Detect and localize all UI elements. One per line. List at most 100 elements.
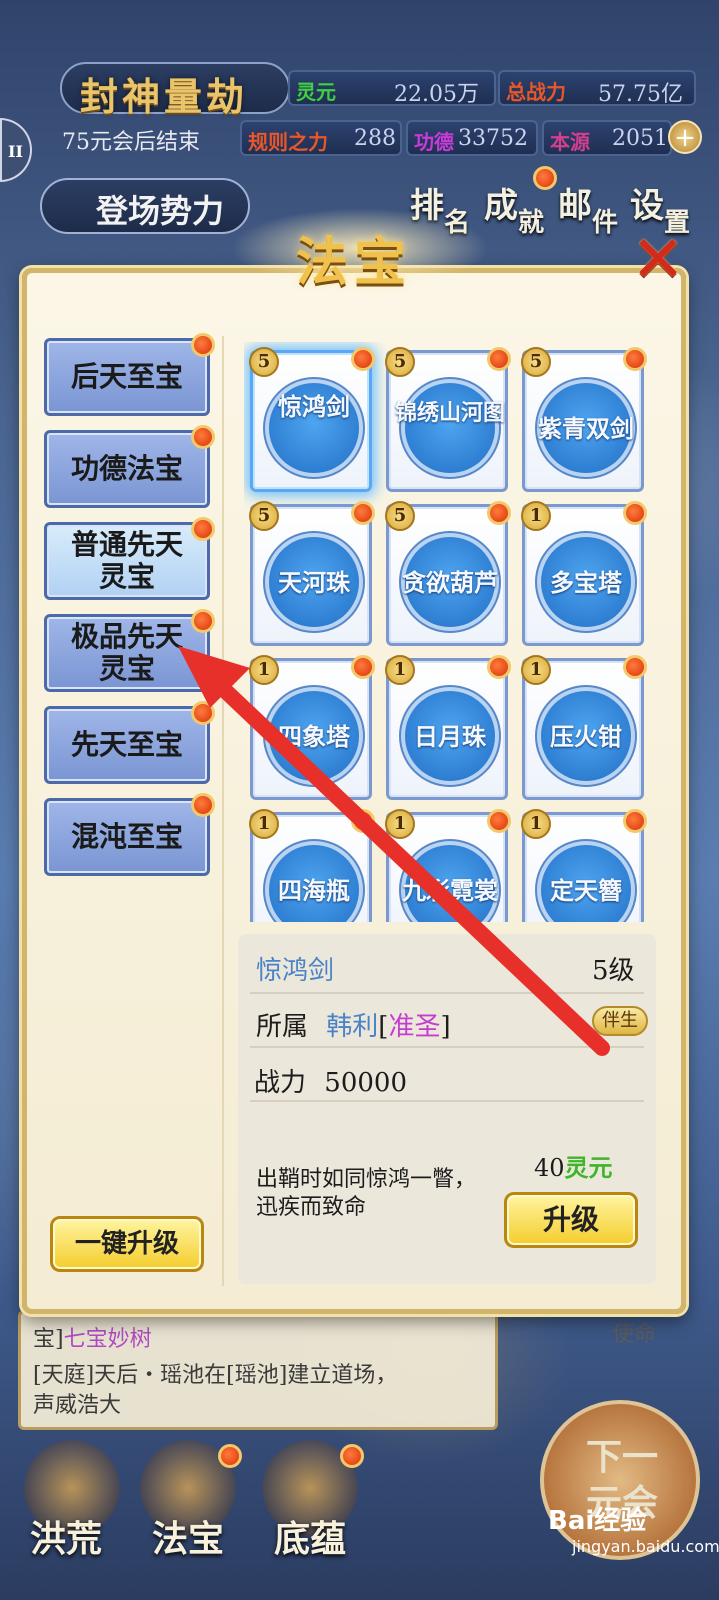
treasure-card[interactable]: 多宝塔 1: [521, 501, 647, 646]
category-label: 混沌至宝: [70, 820, 183, 853]
category-label: 功德法宝: [70, 452, 183, 485]
one-key-upgrade-button[interactable]: 一键升级: [50, 1216, 204, 1272]
treasure-card[interactable]: 日月珠 1: [385, 655, 511, 800]
stat-rule-power: 规则之力 288: [240, 120, 402, 156]
treasure-name: 四象塔: [278, 722, 350, 751]
detail-divider: [250, 1100, 644, 1102]
stat-value: 57.75亿: [598, 82, 683, 107]
category-label: 后天至宝: [70, 360, 183, 393]
category-xiantian-zhibao[interactable]: 先天至宝: [44, 701, 215, 784]
event-log-line-3: 声威浩大: [33, 1393, 122, 1418]
treasure-card[interactable]: 天河珠 5: [249, 501, 375, 646]
treasure-name: 天河珠: [278, 568, 350, 597]
treasure-orb-icon: [405, 383, 495, 473]
achievement-notify-dot: [533, 166, 557, 190]
stat-value: 33752: [458, 126, 528, 151]
treasure-level: 1: [521, 809, 551, 839]
event-log-line-1: 宝]七宝妙树: [33, 1321, 152, 1353]
nav-mail[interactable]: 邮件: [558, 178, 618, 238]
treasure-level: 5: [521, 347, 551, 377]
detail-power-value: 50000: [324, 1068, 407, 1098]
notify-dot: [487, 809, 511, 833]
notify-dot: [351, 809, 375, 833]
category-putong-xiantian[interactable]: 普通先天灵宝: [44, 517, 215, 600]
notify-dot: [623, 655, 647, 679]
notify-dot: [623, 347, 647, 371]
stat-label: 总战力: [506, 80, 566, 104]
dialog-divider: [222, 336, 224, 1286]
bottom-nav-honghuang[interactable]: 洪荒: [30, 1510, 102, 1562]
world-title: 封神量劫: [80, 74, 249, 119]
nav-mail-small: 件: [592, 208, 619, 238]
bottom-nav-fabao[interactable]: 法宝: [152, 1510, 224, 1562]
stat-merit: 功德 33752: [406, 120, 538, 156]
detail-divider: [250, 992, 644, 994]
stat-label: 灵元: [296, 80, 336, 104]
nav-achievement-small: 就: [518, 208, 545, 238]
upgrade-cost-value: 40: [534, 1154, 565, 1182]
treasure-card[interactable]: 贪欲葫芦 5: [385, 501, 511, 646]
treasure-name: 日月珠: [414, 722, 486, 751]
stat-label: 规则之力: [248, 130, 328, 154]
category-houtian-zhibao[interactable]: 后天至宝: [44, 333, 215, 416]
upgrade-cost-unit: 灵元: [564, 1153, 613, 1182]
treasure-card[interactable]: 紫青双剑 5: [521, 347, 647, 492]
add-resource-button[interactable]: +: [668, 120, 702, 154]
dialog-title: 法宝: [296, 232, 413, 293]
treasure-level: 1: [385, 655, 415, 685]
treasure-grid: 惊鸿剑 5 锦绣山河图 5 紫青双剑 5 天河珠 5 贪欲葫芦 5 多宝塔 1 四象塔 1 日…: [244, 342, 654, 922]
event-log-prefix: 宝]: [33, 1327, 64, 1352]
mission-tag[interactable]: 使命: [612, 1316, 656, 1348]
bottom-nav-diyun[interactable]: 底蕴: [274, 1510, 346, 1562]
stat-total-power: 总战力 57.75亿: [498, 70, 696, 107]
detail-owner-name[interactable]: 韩利: [326, 1012, 378, 1042]
treasure-card[interactable]: 惊鸿剑 5: [249, 347, 375, 492]
treasure-name: 定天簪: [550, 876, 622, 905]
category-jipin-xiantian[interactable]: 极品先天灵宝: [44, 609, 215, 692]
stat-value: 288: [354, 126, 396, 151]
event-log-line-2: [天庭]天后・瑶池在[瑶池]建立道场，: [33, 1363, 398, 1388]
stat-origin: 本源 2051: [542, 120, 672, 156]
nav-mail-big: 邮: [558, 186, 592, 226]
treasure-level: 1: [385, 809, 415, 839]
upgrade-button[interactable]: 升级: [504, 1192, 638, 1248]
event-log-item: 七宝妙树: [63, 1327, 152, 1352]
treasure-level: 1: [521, 655, 551, 685]
detail-divider: [250, 1046, 644, 1048]
treasure-card[interactable]: 四象塔 1: [249, 655, 375, 800]
stat-lingyuan: 灵元 22.05万: [288, 70, 496, 107]
baidu-watermark: Bai经验 jingyan.baidu.com: [548, 1500, 719, 1556]
notify-dot: [191, 333, 215, 357]
treasure-name: 压火钳: [550, 722, 622, 751]
category-label: 普通先天灵宝: [70, 528, 183, 593]
close-x-icon[interactable]: ✕: [628, 228, 688, 292]
category-gongde-fabao[interactable]: 功德法宝: [44, 425, 215, 508]
treasure-card[interactable]: 九彩霓裳 1: [385, 809, 511, 922]
treasure-card[interactable]: 压火钳 1: [521, 655, 647, 800]
faction-button-label: 登场势力: [96, 192, 225, 230]
treasure-level: 5: [249, 501, 279, 531]
fabao-notify-dot: [218, 1444, 242, 1468]
detail-power-label: 战力: [254, 1068, 307, 1098]
category-hundun-zhibao[interactable]: 混沌至宝: [44, 793, 215, 876]
treasure-name: 贪欲葫芦: [402, 568, 498, 597]
watermark-brand: Bai经验: [548, 1506, 647, 1536]
detail-owner-label: 所属: [256, 1012, 309, 1042]
treasure-card[interactable]: 锦绣山河图 5: [385, 347, 511, 492]
nav-settings[interactable]: 设置: [630, 178, 690, 238]
treasure-name: 多宝塔: [550, 568, 622, 597]
upgrade-cost: 40灵元: [534, 1148, 613, 1183]
treasure-card[interactable]: 四海瓶 1: [249, 809, 375, 922]
treasure-level: 1: [521, 501, 551, 531]
detail-owner-rank: 准圣: [388, 1012, 441, 1042]
detail-owner-bracket-close: ]: [440, 1012, 451, 1042]
stat-label: 功德: [414, 130, 454, 154]
treasure-name: 九彩霓裳: [402, 876, 498, 905]
treasure-level: 1: [249, 809, 279, 839]
treasure-name: 锦绣山河图: [394, 400, 505, 426]
treasure-name: 四海瓶: [278, 876, 350, 905]
treasure-card[interactable]: 定天簪 1: [521, 809, 647, 922]
treasure-name: 惊鸿剑: [278, 392, 350, 421]
treasure-level: 5: [385, 347, 415, 377]
side-tab-label: II: [8, 142, 23, 161]
